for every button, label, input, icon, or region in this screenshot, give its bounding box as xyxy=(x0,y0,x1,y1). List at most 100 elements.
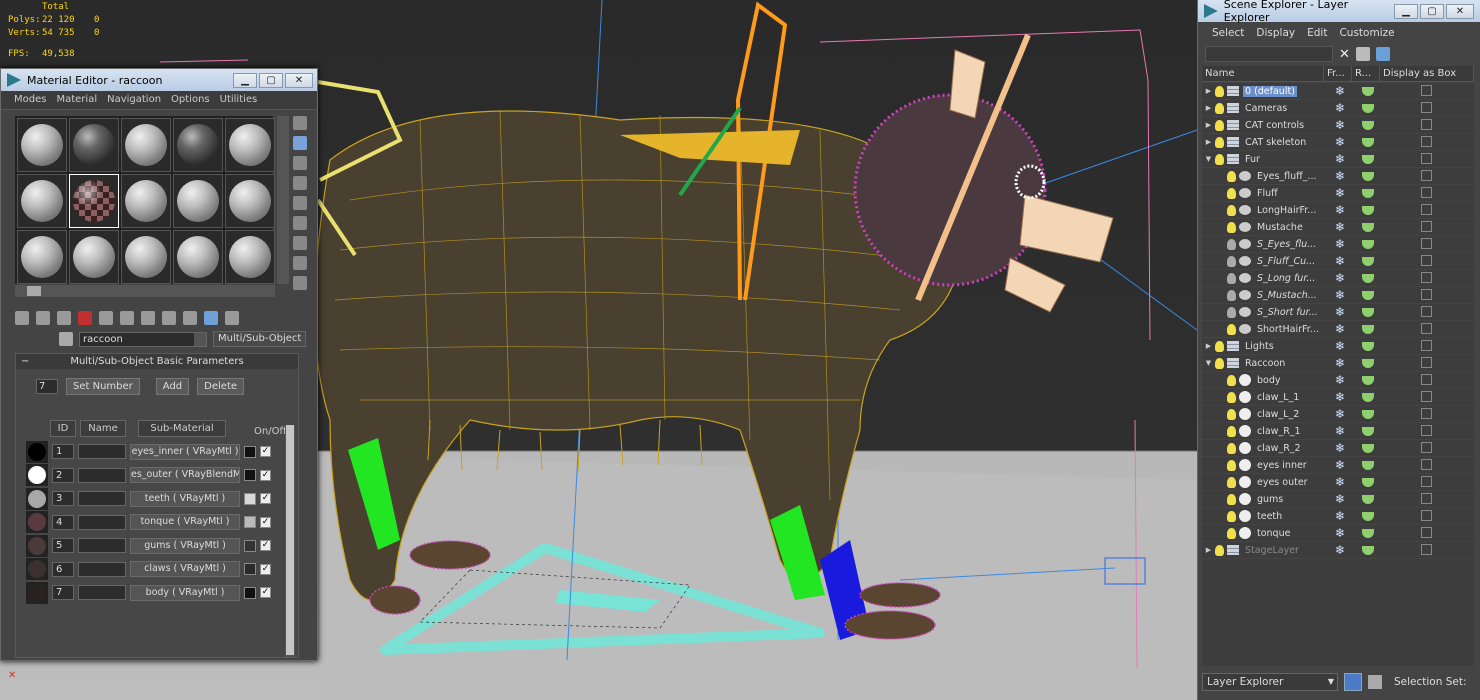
sub-material-button[interactable]: eyes_inner ( VRayMtl ) xyxy=(130,443,240,460)
sub-material-swatch[interactable] xyxy=(26,581,48,604)
freeze-snowflake-icon[interactable]: ❄ xyxy=(1335,459,1347,471)
sub-material-name-field[interactable] xyxy=(78,585,126,601)
freeze-snowflake-icon[interactable]: ❄ xyxy=(1335,323,1347,335)
sub-material-on-checkbox[interactable]: ✓ xyxy=(260,587,271,599)
lightbulb-visibility-icon[interactable] xyxy=(1215,544,1224,556)
lightbulb-visibility-icon[interactable] xyxy=(1227,306,1236,318)
scroll-thumb[interactable] xyxy=(286,425,294,655)
lightbulb-visibility-icon[interactable] xyxy=(1227,476,1236,488)
sample-slot[interactable] xyxy=(121,230,171,284)
lightbulb-visibility-icon[interactable] xyxy=(1215,340,1224,352)
freeze-snowflake-icon[interactable]: ❄ xyxy=(1335,238,1347,250)
lightbulb-visibility-icon[interactable] xyxy=(1215,357,1224,369)
go-forward-sibling-icon[interactable] xyxy=(225,311,239,325)
lightbulb-visibility-icon[interactable] xyxy=(1227,221,1236,233)
filter-icon[interactable] xyxy=(1355,47,1370,61)
close-button[interactable]: ✕ xyxy=(285,72,313,88)
renderable-teapot-icon[interactable] xyxy=(1362,393,1374,402)
name-column-header[interactable]: Name xyxy=(1202,66,1324,81)
put-to-scene-icon[interactable] xyxy=(36,311,50,325)
scene-explorer-panel[interactable]: Scene Explorer - Layer Explorer ▁ ▢ ✕ Se… xyxy=(1197,0,1480,700)
display-as-box-icon[interactable] xyxy=(1421,238,1432,249)
menu-material[interactable]: Material xyxy=(51,91,102,109)
freeze-snowflake-icon[interactable]: ❄ xyxy=(1335,544,1347,556)
clear-search-icon[interactable]: ✕ xyxy=(1339,47,1350,62)
object-row[interactable]: S_Fluff_Cu... ❄ xyxy=(1202,253,1474,270)
minimize-button[interactable]: ▁ xyxy=(1394,3,1418,19)
lightbulb-visibility-icon[interactable] xyxy=(1227,442,1236,454)
freeze-snowflake-icon[interactable]: ❄ xyxy=(1335,357,1347,369)
background-icon[interactable] xyxy=(293,156,307,170)
lightbulb-visibility-icon[interactable] xyxy=(1227,170,1236,182)
make-preview-icon[interactable] xyxy=(293,216,307,230)
sample-slot[interactable] xyxy=(17,174,67,228)
close-button[interactable]: ✕ xyxy=(1446,3,1474,19)
freeze-snowflake-icon[interactable]: ❄ xyxy=(1335,272,1347,284)
sub-material-name-field[interactable] xyxy=(78,444,126,460)
explorer-type-dropdown[interactable]: Layer Explorer ▼ xyxy=(1202,673,1338,691)
sub-material-swatch[interactable] xyxy=(26,440,48,463)
sample-slot[interactable] xyxy=(121,118,171,172)
lightbulb-visibility-icon[interactable] xyxy=(1227,323,1236,335)
freeze-snowflake-icon[interactable]: ❄ xyxy=(1335,136,1347,148)
renderable-teapot-icon[interactable] xyxy=(1362,512,1374,521)
renderable-teapot-icon[interactable] xyxy=(1362,359,1374,368)
sub-material-on-checkbox[interactable]: ✓ xyxy=(260,516,271,528)
lightbulb-visibility-icon[interactable] xyxy=(1227,255,1236,267)
display-as-box-icon[interactable] xyxy=(1421,510,1432,521)
display-as-box-icon[interactable] xyxy=(1421,357,1432,368)
show-map-icon[interactable] xyxy=(162,311,176,325)
expand-toggle-icon[interactable]: ▼ xyxy=(1204,155,1213,163)
lightbulb-visibility-icon[interactable] xyxy=(1227,289,1236,301)
sample-slot[interactable] xyxy=(69,230,119,284)
lightbulb-visibility-icon[interactable] xyxy=(1227,408,1236,420)
scroll-thumb[interactable] xyxy=(27,286,41,296)
freeze-snowflake-icon[interactable]: ❄ xyxy=(1335,289,1347,301)
sample-slot[interactable] xyxy=(173,118,223,172)
menu-options[interactable]: Options xyxy=(166,91,215,109)
renderable-teapot-icon[interactable] xyxy=(1362,461,1374,470)
menu-edit[interactable]: Edit xyxy=(1301,27,1333,39)
layer-mode-icon[interactable] xyxy=(1344,673,1362,691)
object-row[interactable]: S_Mustach... ❄ xyxy=(1202,287,1474,304)
lightbulb-visibility-icon[interactable] xyxy=(1227,493,1236,505)
scene-explorer-titlebar[interactable]: Scene Explorer - Layer Explorer ▁ ▢ ✕ xyxy=(1198,0,1480,24)
display-as-box-icon[interactable] xyxy=(1421,459,1432,470)
renderable-teapot-icon[interactable] xyxy=(1362,206,1374,215)
object-row[interactable]: S_Short fur... ❄ xyxy=(1202,304,1474,321)
display-as-box-icon[interactable] xyxy=(1421,255,1432,266)
hierarchy-icon[interactable] xyxy=(1368,675,1382,689)
menu-navigation[interactable]: Navigation xyxy=(102,91,166,109)
sub-material-swatch[interactable] xyxy=(26,511,48,534)
display-as-box-icon[interactable] xyxy=(1421,425,1432,436)
sub-material-color-swatch[interactable] xyxy=(244,469,256,482)
renderable-teapot-icon[interactable] xyxy=(1362,87,1374,96)
freeze-snowflake-icon[interactable]: ❄ xyxy=(1335,187,1347,199)
material-name-dropdown[interactable] xyxy=(194,332,206,346)
renderable-teapot-icon[interactable] xyxy=(1362,444,1374,453)
renderable-teapot-icon[interactable] xyxy=(1362,155,1374,164)
lightbulb-visibility-icon[interactable] xyxy=(1227,527,1236,539)
object-row[interactable]: eyes outer ❄ xyxy=(1202,474,1474,491)
object-row[interactable]: Fluff ❄ xyxy=(1202,185,1474,202)
lightbulb-visibility-icon[interactable] xyxy=(1215,153,1224,165)
select-by-material-icon[interactable] xyxy=(293,256,307,270)
sub-material-swatch[interactable] xyxy=(26,487,48,510)
sub-material-swatch[interactable] xyxy=(26,464,48,487)
expand-toggle-icon[interactable]: ▼ xyxy=(1204,359,1213,367)
sub-material-on-checkbox[interactable]: ✓ xyxy=(260,563,271,575)
lightbulb-visibility-icon[interactable] xyxy=(1227,272,1236,284)
expand-toggle-icon[interactable]: ▶ xyxy=(1204,104,1213,112)
object-row[interactable]: S_Eyes_flu... ❄ xyxy=(1202,236,1474,253)
lightbulb-visibility-icon[interactable] xyxy=(1215,102,1224,114)
object-row[interactable]: eyes inner ❄ xyxy=(1202,457,1474,474)
renderable-teapot-icon[interactable] xyxy=(1362,104,1374,113)
renderable-teapot-icon[interactable] xyxy=(1362,376,1374,385)
go-to-parent-icon[interactable] xyxy=(204,311,218,325)
material-name-field[interactable]: raccoon xyxy=(79,331,207,347)
display-as-box-icon[interactable] xyxy=(1421,340,1432,351)
object-row[interactable]: claw_R_2 ❄ xyxy=(1202,440,1474,457)
renderable-teapot-icon[interactable] xyxy=(1362,172,1374,181)
renderable-teapot-icon[interactable] xyxy=(1362,189,1374,198)
freeze-snowflake-icon[interactable]: ❄ xyxy=(1335,527,1347,539)
